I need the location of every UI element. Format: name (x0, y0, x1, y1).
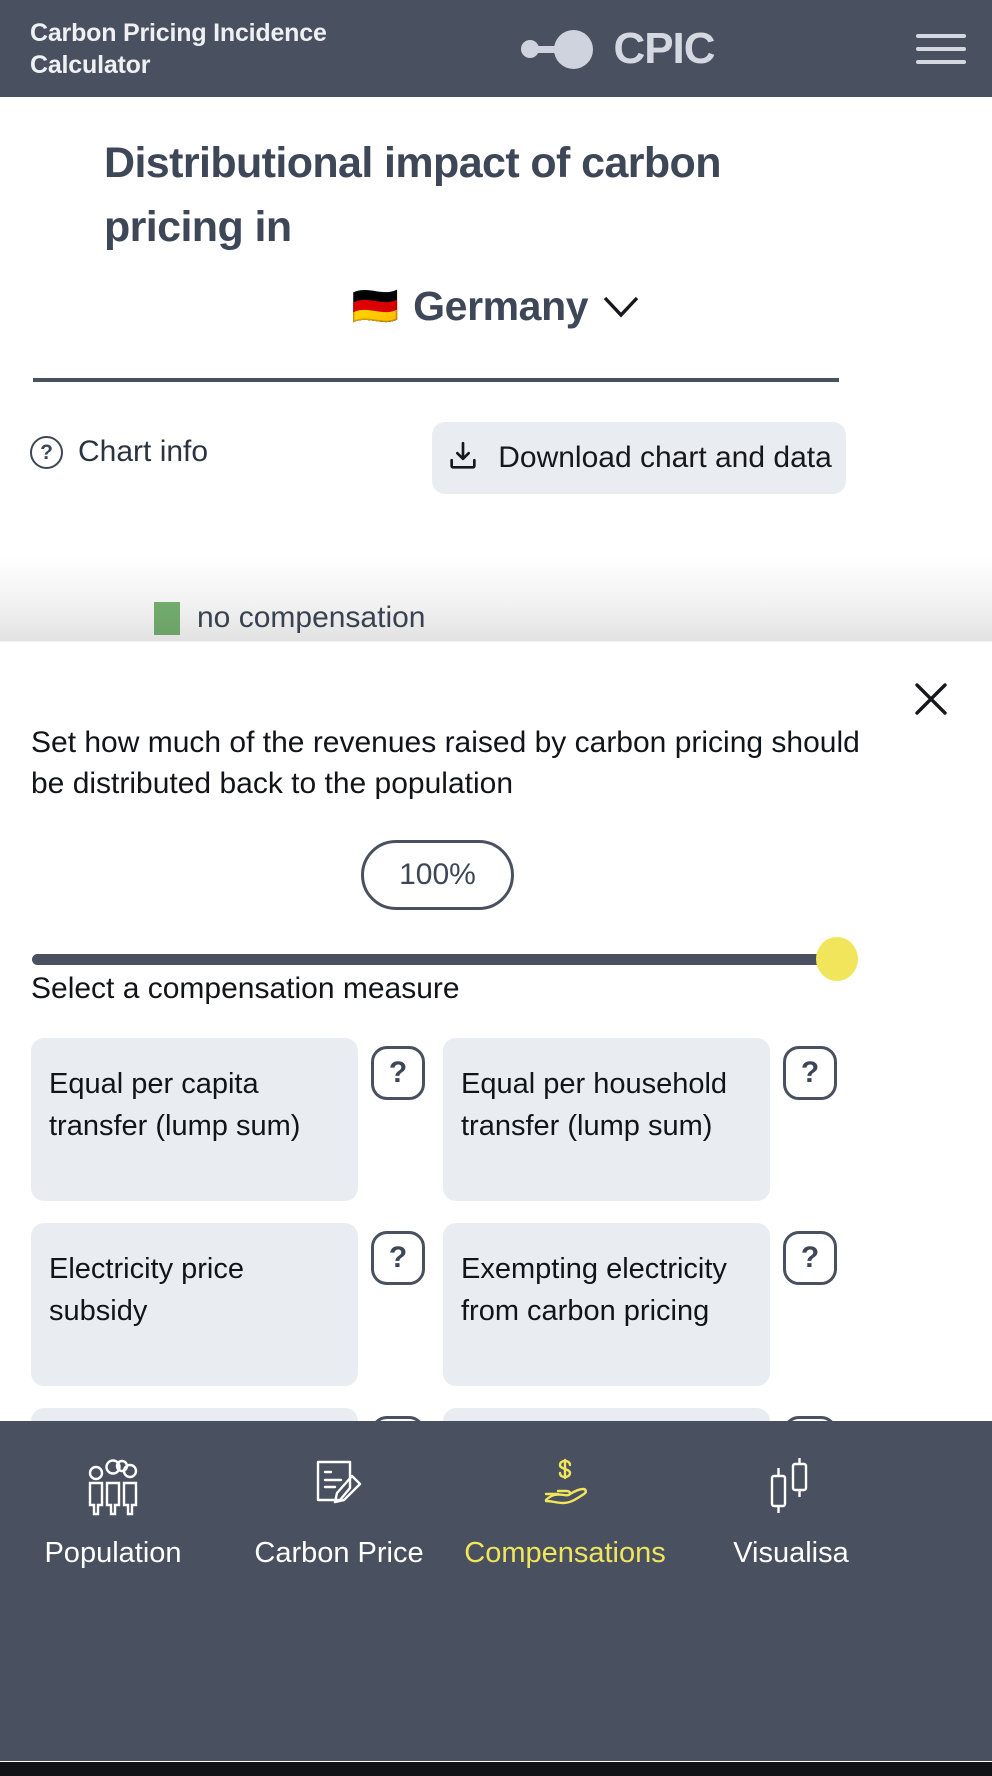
hamburger-menu-icon[interactable] (916, 29, 966, 69)
candlestick-chart-icon (760, 1453, 822, 1519)
bottom-navigation: Population Carbon Price Compensations Vi… (0, 1421, 992, 1761)
home-indicator (0, 1762, 992, 1776)
app-title: Carbon Pricing Incidence Calculator (30, 18, 327, 79)
nav-tab-carbon-price[interactable]: Carbon Price (226, 1453, 452, 1570)
compensations-panel: Set how much of the revenues raised by c… (0, 642, 992, 1571)
invoice-pen-icon (308, 1453, 370, 1519)
brand-logo: CPIC (521, 23, 716, 73)
chart-plot-area: no compensation (0, 512, 992, 642)
flag-germany-icon: 🇩🇪 (351, 285, 400, 328)
download-tray-icon (446, 439, 480, 478)
close-x-icon[interactable] (907, 675, 955, 723)
chart-legend: no compensation (154, 601, 426, 635)
chevron-down-icon (602, 295, 640, 319)
question-mark-icon[interactable]: ? (783, 1231, 837, 1285)
measure-section-label: Select a compensation measure (31, 972, 460, 1005)
nav-tab-population[interactable]: Population (0, 1453, 226, 1570)
slider-thumb[interactable] (816, 937, 858, 981)
chart-info-button[interactable]: ? Chart info (30, 435, 208, 469)
nav-tab-visualisation[interactable]: Visualisa (678, 1453, 904, 1570)
brand-name: CPIC (613, 23, 715, 73)
nav-label: Population (44, 1537, 182, 1569)
download-chart-and-data-button[interactable]: Download chart and data (432, 422, 846, 494)
country-selector[interactable]: 🇩🇪 Germany (0, 283, 992, 330)
panel-description: Set how much of the revenues raised by c… (31, 726, 860, 801)
nav-label: Carbon Price (254, 1537, 424, 1569)
node-link-logo-icon (521, 27, 597, 71)
slider-track[interactable] (32, 954, 843, 965)
title-divider (33, 378, 839, 382)
measure-card[interactable]: Equal per household transfer (lump sum) (443, 1038, 770, 1201)
country-name: Germany (413, 283, 589, 329)
measure-card[interactable]: Electricity price subsidy (31, 1223, 358, 1386)
question-mark-icon[interactable]: ? (371, 1046, 425, 1100)
legend-label-no-compensation: no compensation (197, 601, 426, 634)
question-circle-icon: ? (30, 435, 63, 469)
nav-tab-compensations[interactable]: Compensations (452, 1453, 678, 1570)
question-mark-icon[interactable]: ? (783, 1046, 837, 1100)
nav-label: Visualisa (733, 1537, 849, 1569)
download-label: Download chart and data (498, 441, 832, 474)
measure-card[interactable]: Equal per capita transfer (lump sum) (31, 1038, 358, 1201)
page-title: Distributional impact of carbon pricing … (104, 139, 721, 251)
measure-card[interactable]: Exempting electricity from carbon pricin… (443, 1223, 770, 1386)
hand-dollar-icon (534, 1453, 596, 1519)
compensation-percentage-value[interactable]: 100% (361, 840, 514, 910)
legend-swatch-no-compensation (154, 601, 180, 635)
app-header: Carbon Pricing Incidence Calculator CPIC (0, 0, 992, 97)
people-group-icon (82, 1453, 144, 1519)
question-mark-icon[interactable]: ? (371, 1231, 425, 1285)
nav-label: Compensations (464, 1537, 666, 1569)
app-root: Carbon Pricing Incidence Calculator CPIC… (0, 0, 992, 1776)
chart-info-label: Chart info (78, 435, 209, 468)
